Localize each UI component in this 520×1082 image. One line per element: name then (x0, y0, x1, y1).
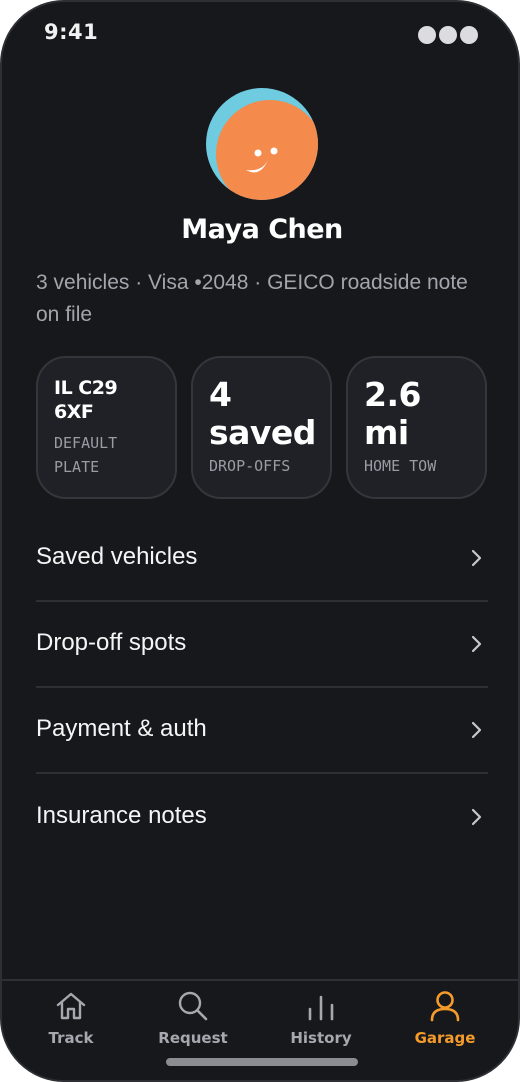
avatar-face-icon (206, 88, 318, 200)
tab-label: Garage (414, 1029, 476, 1047)
menu-item-insurance-notes[interactable]: Insurance notes (36, 774, 488, 860)
tab-label: Request (158, 1029, 228, 1047)
stat-card-drop-offs[interactable]: 4 saved DROP-OFFS (191, 356, 332, 499)
more-icon[interactable] (418, 26, 478, 44)
tab-bar: Track Request History Garage (2, 979, 518, 1080)
stat-value: 2.6 mi (364, 375, 421, 452)
tab-garage[interactable]: Garage (390, 989, 500, 1047)
stat-card-default-plate[interactable]: IL C29 6XF DEFAULT PLATE (36, 356, 177, 499)
status-time: 9:41 (44, 20, 99, 44)
user-icon (430, 991, 460, 1022)
stat-value: 4 saved (209, 375, 316, 452)
bar-chart-icon (308, 995, 334, 1021)
tab-label: History (290, 1029, 352, 1047)
profile-summary: 3 vehicles · Visa •2048 · GEICO roadside… (36, 271, 468, 326)
menu-item-drop-off-spots[interactable]: Drop-off spots (36, 602, 488, 688)
stat-card-home-tow[interactable]: 2.6 mi HOME TOW (346, 356, 487, 499)
chevron-right-icon (471, 721, 482, 739)
chevron-right-icon (471, 635, 482, 653)
status-dot (439, 26, 457, 44)
chevron-right-icon (471, 808, 482, 826)
stat-label: HOME TOW (364, 457, 437, 475)
menu-item-label: Payment & auth (36, 715, 207, 742)
profile-name: Maya Chen (181, 214, 343, 245)
home-indicator[interactable] (166, 1058, 358, 1066)
menu-item-label: Saved vehicles (36, 543, 198, 570)
status-dot (418, 26, 436, 44)
tab-track[interactable]: Track (16, 989, 126, 1047)
menu-item-payment-auth[interactable]: Payment & auth (36, 688, 488, 774)
status-dot (460, 26, 478, 44)
stat-value: IL C29 6XF (54, 377, 118, 423)
tab-request[interactable]: Request (138, 989, 248, 1047)
tab-history[interactable]: History (266, 989, 376, 1047)
menu-item-label: Drop-off spots (36, 629, 187, 656)
chevron-right-icon (471, 549, 482, 567)
settings-menu: Saved vehicles Drop-off spots Payment & … (36, 516, 488, 860)
menu-item-label: Insurance notes (36, 802, 207, 829)
stat-label: DEFAULT PLATE (54, 434, 118, 476)
stat-label: DROP-OFFS (209, 457, 291, 475)
stats-row: IL C29 6XF DEFAULT PLATE 4 saved DROP-OF… (36, 356, 488, 499)
home-icon (56, 992, 86, 1020)
avatar[interactable] (206, 88, 318, 200)
phone-frame: 9:41 Maya Chen 3 vehicles · Visa •2048 ·… (0, 0, 520, 1082)
menu-item-saved-vehicles[interactable]: Saved vehicles (36, 516, 488, 602)
tab-label: Track (48, 1029, 94, 1047)
search-icon (178, 991, 208, 1021)
